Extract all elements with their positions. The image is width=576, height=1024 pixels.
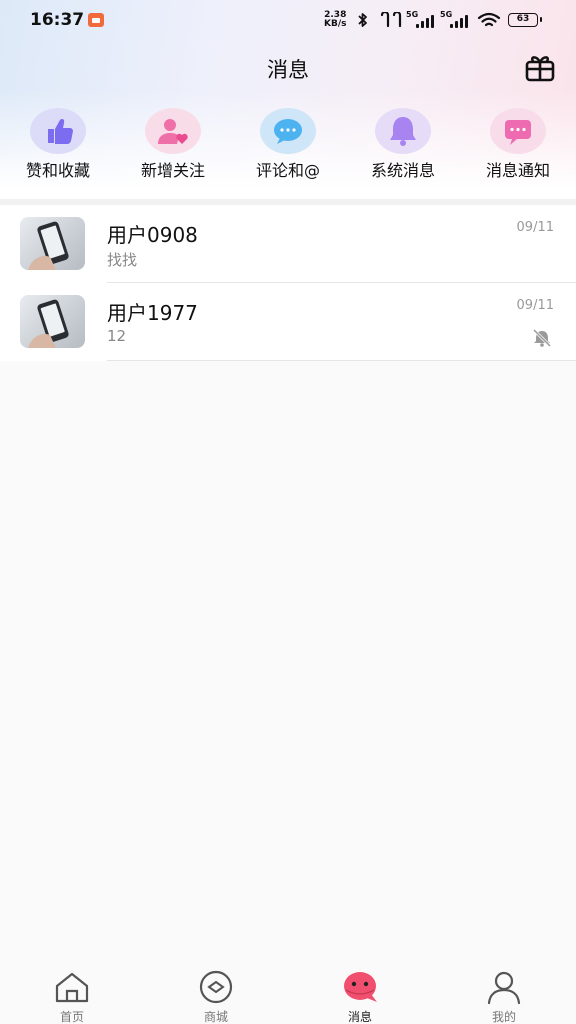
conversation-row[interactable]: 用户0908 找找 09/11 — [0, 205, 576, 283]
network-speed: 2.38 KB/s — [324, 11, 346, 29]
wifi-icon — [477, 12, 501, 27]
message-square-icon — [490, 108, 546, 154]
avatar — [20, 217, 85, 270]
status-bar: 16:37 2.38 KB/s 5G 5G 63 — [0, 0, 576, 40]
bluetooth-icon — [358, 13, 367, 27]
category-notifications[interactable]: 消息通知 — [462, 108, 574, 181]
comment-bubble-icon — [260, 108, 316, 154]
home-icon — [55, 972, 89, 1003]
category-comments-mentions[interactable]: 评论和@ — [232, 108, 344, 181]
battery-icon: 63 — [508, 13, 542, 27]
conversation-date: 09/11 — [516, 220, 554, 235]
page-title: 消息 — [267, 58, 309, 82]
nav-label: 首页 — [59, 1010, 84, 1024]
category-label: 系统消息 — [370, 161, 435, 180]
conversation-row[interactable]: 用户1977 12 09/11 — [0, 283, 576, 361]
category-label: 评论和@ — [255, 161, 320, 180]
nav-messages[interactable]: 消息 — [320, 970, 400, 1024]
bell-icon — [375, 108, 431, 154]
category-likes-favorites[interactable]: 赞和收藏 — [2, 108, 114, 181]
message-face-icon — [344, 972, 377, 1002]
nav-home[interactable]: 首页 — [32, 970, 112, 1024]
conversation-name: 用户1977 — [107, 301, 198, 325]
category-new-followers[interactable]: 新增关注 — [117, 108, 229, 181]
category-label: 赞和收藏 — [25, 161, 90, 180]
nav-label: 消息 — [347, 1010, 372, 1024]
network-speed-unit: KB/s — [324, 19, 347, 29]
gift-box-icon[interactable] — [524, 52, 556, 84]
conversation-preview: 12 — [107, 327, 127, 345]
conversation-date: 09/11 — [516, 298, 554, 313]
profile-icon — [487, 971, 521, 1005]
category-label: 新增关注 — [140, 161, 205, 180]
conversation-name: 用户0908 — [107, 223, 198, 247]
nav-label: 商城 — [203, 1010, 228, 1024]
conversation-preview: 找找 — [107, 251, 138, 269]
nav-profile[interactable]: 我的 — [464, 970, 544, 1024]
conversation-list: 用户0908 找找 09/11 用户1977 12 09/11 — [0, 205, 576, 361]
category-label: 消息通知 — [485, 161, 550, 180]
sim2-signal-icon — [448, 14, 470, 28]
bottom-navigation: 首页 商城 消息 我的 — [0, 962, 576, 1024]
category-system-messages[interactable]: 系统消息 — [347, 108, 459, 181]
row-divider — [107, 360, 576, 361]
app-notification-icon — [88, 13, 104, 27]
mall-icon — [199, 970, 233, 1004]
thumbs-up-icon — [30, 108, 86, 154]
earbuds-icon — [380, 12, 402, 28]
nav-label: 我的 — [491, 1010, 516, 1024]
sim1-signal-icon — [414, 14, 436, 28]
nav-mall[interactable]: 商城 — [176, 970, 256, 1024]
avatar — [20, 295, 85, 348]
user-heart-icon — [145, 108, 201, 154]
mute-bell-icon — [532, 328, 552, 348]
status-time: 16:37 — [30, 10, 85, 30]
